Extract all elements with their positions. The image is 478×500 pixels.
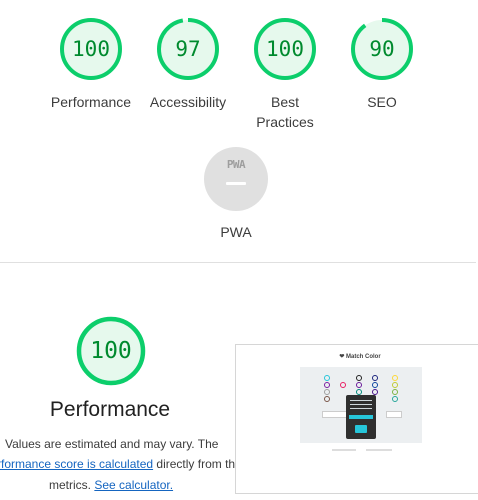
seo-score: 90 [369,37,395,61]
pwa-badge-icon-text: PWA [226,158,246,171]
ring-icon [324,389,330,395]
best-practices-label-line1: Best [270,94,299,110]
note-line-3-pre: metrics. [49,478,95,492]
ring-icon [372,382,378,388]
note-line-1: Values are estimated and may vary. The [5,437,219,451]
performance-gauge[interactable]: 100 [58,16,124,82]
final-screenshot-thumbnail[interactable]: ❤ Match Color [235,344,478,494]
section-divider [0,262,476,263]
pwa-dash-icon [226,182,246,185]
ring-icon [324,396,330,402]
performance-big-score: 100 [90,338,132,364]
thumbnail-footer-left [332,449,356,451]
ring-icon [372,375,378,381]
performance-section-title: Performance [49,398,171,421]
note-line-3: metrics. See calculator. [49,475,173,495]
seo-gauge[interactable]: 90 [349,16,415,82]
dialog-bar [349,415,373,419]
ring-icon [392,382,398,388]
ring-icon [340,382,346,388]
ring-icon [324,382,330,388]
dialog-button [355,425,367,433]
accessibility-score: 97 [175,37,201,61]
ring-icon [392,396,398,402]
dialog-line [350,408,372,409]
score-calculated-link[interactable]: rformance score is calculated [0,457,153,471]
note-line-2-rest: directly from thes [153,457,248,471]
best-practices-label-line2: Practices [256,114,314,130]
thumbnail-title: ❤ Match Color [236,353,478,360]
best-practices-gauge[interactable]: 100 [252,16,318,82]
accessibility-label: Accessibility [149,94,227,110]
ring-icon [392,389,398,395]
thumbnail-dialog [346,395,376,439]
pwa-label: PWA [220,224,252,240]
ring-icon [356,375,362,381]
dialog-line [350,400,372,401]
accessibility-gauge[interactable]: 97 [155,16,221,82]
note-line-2: rformance score is calculated directly f… [0,454,248,474]
heart-icon: ❤ [339,354,345,360]
seo-label: SEO [367,94,397,110]
pwa-badge[interactable]: PWA [204,147,268,211]
thumbnail-input-right [386,411,402,418]
performance-score: 100 [72,37,110,61]
ring-icon [392,375,398,381]
thumbnail-footer-right [366,449,392,451]
dialog-line [350,404,372,405]
thumbnail-title-text: Match Color [346,354,381,360]
ring-icon [356,382,362,388]
see-calculator-link[interactable]: See calculator. [94,478,173,492]
performance-big-gauge: 100 [75,315,147,387]
ring-icon [324,375,330,381]
best-practices-label: Best Practices [230,92,340,132]
performance-label: Performance [50,94,132,110]
best-practices-score: 100 [266,37,304,61]
thumbnail-input-left [322,411,348,418]
